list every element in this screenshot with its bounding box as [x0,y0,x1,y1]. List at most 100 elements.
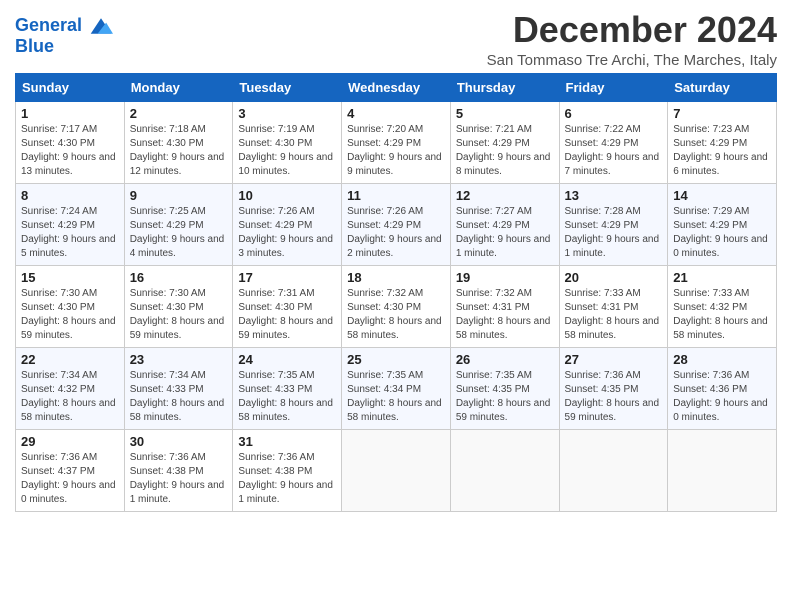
day-number: 26 [456,352,554,367]
day-info: Sunrise: 7:36 AM Sunset: 4:38 PM Dayligh… [238,451,336,507]
day-number: 17 [238,270,336,285]
day-number: 24 [238,352,336,367]
weekday-header-saturday: Saturday [668,73,777,101]
day-info: Sunrise: 7:18 AM Sunset: 4:30 PM Dayligh… [130,123,228,179]
day-info: Sunrise: 7:36 AM Sunset: 4:36 PM Dayligh… [673,369,771,425]
empty-day-cell [450,429,559,511]
day-info: Sunrise: 7:36 AM Sunset: 4:38 PM Dayligh… [130,451,228,507]
day-cell: 21Sunrise: 7:33 AM Sunset: 4:32 PM Dayli… [668,265,777,347]
day-info: Sunrise: 7:29 AM Sunset: 4:29 PM Dayligh… [673,205,771,261]
day-cell: 23 Sunrise: 7:34 AM Sunset: 4:33 PM Dayli… [124,347,233,429]
empty-day-cell [668,429,777,511]
day-number: 5 [456,106,554,121]
day-number: 13 [565,188,663,203]
day-number: 21 [673,270,771,285]
day-number: 25 [347,352,445,367]
day-number: 3 [238,106,336,121]
day-number: 2 [130,106,228,121]
day-info: Sunrise: 7:34 AM Sunset: 4:32 PM Dayligh… [21,369,119,425]
day-info: Sunrise: 7:32 AM Sunset: 4:30 PM Dayligh… [347,287,445,343]
empty-day-cell [559,429,668,511]
day-number: 12 [456,188,554,203]
weekday-header-monday: Monday [124,73,233,101]
day-cell: 3 Sunrise: 7:19 AM Sunset: 4:30 PM Daylig… [233,101,342,183]
calendar-table: SundayMondayTuesdayWednesdayThursdayFrid… [15,73,777,512]
day-number: 1 [21,106,119,121]
day-info: Sunrise: 7:26 AM Sunset: 4:29 PM Dayligh… [347,205,445,261]
location-subtitle: San Tommaso Tre Archi, The Marches, Ital… [487,52,777,69]
logo-blue: Blue [15,36,113,57]
day-number: 14 [673,188,771,203]
day-cell: 13 Sunrise: 7:28 AM Sunset: 4:29 PM Dayli… [559,183,668,265]
day-cell: 2 Sunrise: 7:18 AM Sunset: 4:30 PM Daylig… [124,101,233,183]
day-cell: 16 Sunrise: 7:30 AM Sunset: 4:30 PM Dayli… [124,265,233,347]
day-info: Sunrise: 7:32 AM Sunset: 4:31 PM Dayligh… [456,287,554,343]
day-info: Sunrise: 7:20 AM Sunset: 4:29 PM Dayligh… [347,123,445,179]
day-cell: 14 Sunrise: 7:29 AM Sunset: 4:29 PM Dayli… [668,183,777,265]
calendar-week-row: 29Sunrise: 7:36 AM Sunset: 4:37 PM Dayli… [16,429,777,511]
day-cell: 8Sunrise: 7:24 AM Sunset: 4:29 PM Daylig… [16,183,125,265]
day-number: 10 [238,188,336,203]
day-number: 6 [565,106,663,121]
day-cell: 26 Sunrise: 7:35 AM Sunset: 4:35 PM Dayli… [450,347,559,429]
day-number: 31 [238,434,336,449]
day-number: 16 [130,270,228,285]
day-info: Sunrise: 7:31 AM Sunset: 4:30 PM Dayligh… [238,287,336,343]
day-info: Sunrise: 7:30 AM Sunset: 4:30 PM Dayligh… [130,287,228,343]
day-cell: 28 Sunrise: 7:36 AM Sunset: 4:36 PM Dayli… [668,347,777,429]
day-number: 18 [347,270,445,285]
day-cell: 6 Sunrise: 7:22 AM Sunset: 4:29 PM Daylig… [559,101,668,183]
day-number: 23 [130,352,228,367]
day-number: 20 [565,270,663,285]
calendar-week-row: 1 Sunrise: 7:17 AM Sunset: 4:30 PM Daylig… [16,101,777,183]
day-info: Sunrise: 7:28 AM Sunset: 4:29 PM Dayligh… [565,205,663,261]
day-info: Sunrise: 7:30 AM Sunset: 4:30 PM Dayligh… [21,287,119,343]
day-number: 4 [347,106,445,121]
day-cell: 12 Sunrise: 7:27 AM Sunset: 4:29 PM Dayli… [450,183,559,265]
day-cell: 22 Sunrise: 7:34 AM Sunset: 4:32 PM Dayli… [16,347,125,429]
weekday-header-wednesday: Wednesday [342,73,451,101]
weekday-header-row: SundayMondayTuesdayWednesdayThursdayFrid… [16,73,777,101]
day-cell: 11Sunrise: 7:26 AM Sunset: 4:29 PM Dayli… [342,183,451,265]
calendar-week-row: 8Sunrise: 7:24 AM Sunset: 4:29 PM Daylig… [16,183,777,265]
day-cell: 5 Sunrise: 7:21 AM Sunset: 4:29 PM Daylig… [450,101,559,183]
page-header: General Blue December 2024 San Tommaso T… [15,10,777,69]
day-cell: 29Sunrise: 7:36 AM Sunset: 4:37 PM Dayli… [16,429,125,511]
day-cell: 31 Sunrise: 7:36 AM Sunset: 4:38 PM Dayli… [233,429,342,511]
day-number: 19 [456,270,554,285]
day-info: Sunrise: 7:35 AM Sunset: 4:33 PM Dayligh… [238,369,336,425]
logo: General Blue [15,16,113,57]
day-info: Sunrise: 7:34 AM Sunset: 4:33 PM Dayligh… [130,369,228,425]
day-info: Sunrise: 7:35 AM Sunset: 4:34 PM Dayligh… [347,369,445,425]
day-info: Sunrise: 7:17 AM Sunset: 4:30 PM Dayligh… [21,123,119,179]
day-number: 22 [21,352,119,367]
day-cell: 18 Sunrise: 7:32 AM Sunset: 4:30 PM Dayli… [342,265,451,347]
weekday-header-thursday: Thursday [450,73,559,101]
day-info: Sunrise: 7:26 AM Sunset: 4:29 PM Dayligh… [238,205,336,261]
day-cell: 15Sunrise: 7:30 AM Sunset: 4:30 PM Dayli… [16,265,125,347]
day-info: Sunrise: 7:27 AM Sunset: 4:29 PM Dayligh… [456,205,554,261]
day-number: 30 [130,434,228,449]
day-cell: 4 Sunrise: 7:20 AM Sunset: 4:29 PM Daylig… [342,101,451,183]
day-info: Sunrise: 7:23 AM Sunset: 4:29 PM Dayligh… [673,123,771,179]
title-section: December 2024 San Tommaso Tre Archi, The… [487,10,777,69]
day-number: 9 [130,188,228,203]
logo-text: General [15,16,113,36]
day-number: 28 [673,352,771,367]
empty-day-cell [342,429,451,511]
day-info: Sunrise: 7:35 AM Sunset: 4:35 PM Dayligh… [456,369,554,425]
day-info: Sunrise: 7:22 AM Sunset: 4:29 PM Dayligh… [565,123,663,179]
day-info: Sunrise: 7:21 AM Sunset: 4:29 PM Dayligh… [456,123,554,179]
day-info: Sunrise: 7:36 AM Sunset: 4:35 PM Dayligh… [565,369,663,425]
day-number: 8 [21,188,119,203]
day-info: Sunrise: 7:19 AM Sunset: 4:30 PM Dayligh… [238,123,336,179]
day-info: Sunrise: 7:36 AM Sunset: 4:37 PM Dayligh… [21,451,119,507]
day-cell: 17 Sunrise: 7:31 AM Sunset: 4:30 PM Dayli… [233,265,342,347]
day-number: 7 [673,106,771,121]
day-cell: 10 Sunrise: 7:26 AM Sunset: 4:29 PM Dayli… [233,183,342,265]
day-cell: 7 Sunrise: 7:23 AM Sunset: 4:29 PM Daylig… [668,101,777,183]
day-cell: 27Sunrise: 7:36 AM Sunset: 4:35 PM Dayli… [559,347,668,429]
day-cell: 24 Sunrise: 7:35 AM Sunset: 4:33 PM Dayli… [233,347,342,429]
weekday-header-sunday: Sunday [16,73,125,101]
day-info: Sunrise: 7:25 AM Sunset: 4:29 PM Dayligh… [130,205,228,261]
